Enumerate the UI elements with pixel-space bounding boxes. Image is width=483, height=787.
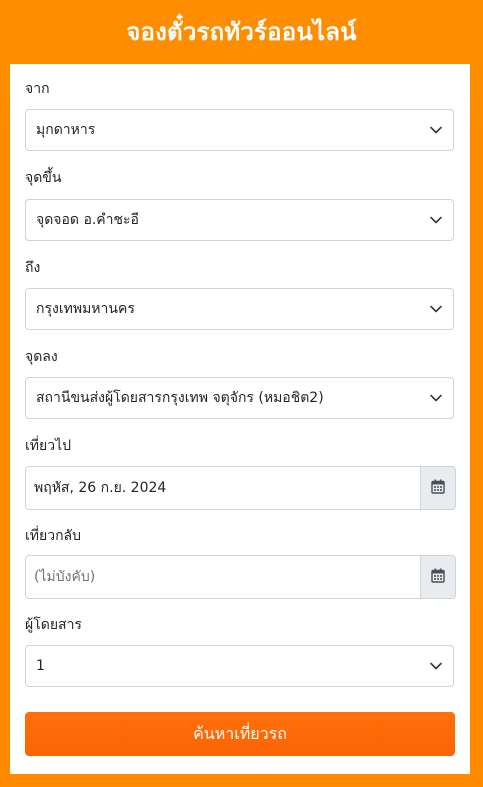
chevron-down-icon: [419, 110, 453, 150]
calendar-icon: [431, 479, 445, 498]
to-select-value: กรุงเทพมหานคร: [36, 301, 135, 317]
passengers-select[interactable]: 1: [25, 645, 454, 687]
from-select-value: มุกดาหาร: [36, 122, 96, 138]
search-trips-button[interactable]: ค้นหาเที่ยวรถ: [25, 712, 455, 756]
pickup-select-value: จุดจอด อ.คำชะอี: [36, 212, 139, 228]
chevron-down-icon: [419, 200, 453, 240]
chevron-down-icon: [419, 646, 453, 686]
dropoff-select-value: สถานีขนส่งผู้โดยสารกรุงเทพ จตุจักร (หมอช…: [36, 390, 324, 406]
chevron-down-icon: [419, 289, 453, 329]
return-label: เที่ยวกลับ: [25, 528, 82, 544]
page-header: จองตั๋วรถทัวร์ออนไลน์: [0, 0, 483, 62]
to-select[interactable]: กรุงเทพมหานคร: [25, 288, 454, 330]
passengers-label: ผู้โดยสาร: [25, 617, 82, 633]
calendar-icon: [431, 568, 445, 587]
dropoff-label: จุดลง: [25, 349, 58, 365]
passengers-select-value: 1: [36, 658, 45, 674]
depart-date-group: พฤหัส, 26 ก.ย. 2024: [25, 466, 456, 510]
return-date-input[interactable]: (ไม่บังคับ): [25, 555, 420, 599]
return-date-group: (ไม่บังคับ): [25, 555, 456, 599]
depart-date-input[interactable]: พฤหัส, 26 ก.ย. 2024: [25, 466, 420, 510]
return-calendar-button[interactable]: [420, 555, 456, 599]
from-select[interactable]: มุกดาหาร: [25, 109, 454, 151]
booking-form: จาก มุกดาหาร จุดขึ้น จุดจอด อ.คำชะอี ถึง…: [10, 64, 470, 774]
chevron-down-icon: [419, 378, 453, 418]
dropoff-select[interactable]: สถานีขนส่งผู้โดยสารกรุงเทพ จตุจักร (หมอช…: [25, 377, 454, 419]
to-label: ถึง: [25, 260, 41, 276]
pickup-label: จุดขึ้น: [25, 170, 62, 186]
page-title: จองตั๋วรถทัวร์ออนไลน์: [126, 17, 357, 46]
pickup-select[interactable]: จุดจอด อ.คำชะอี: [25, 199, 454, 241]
depart-label: เที่ยวไป: [25, 438, 72, 454]
depart-calendar-button[interactable]: [420, 466, 456, 510]
from-label: จาก: [25, 81, 50, 97]
